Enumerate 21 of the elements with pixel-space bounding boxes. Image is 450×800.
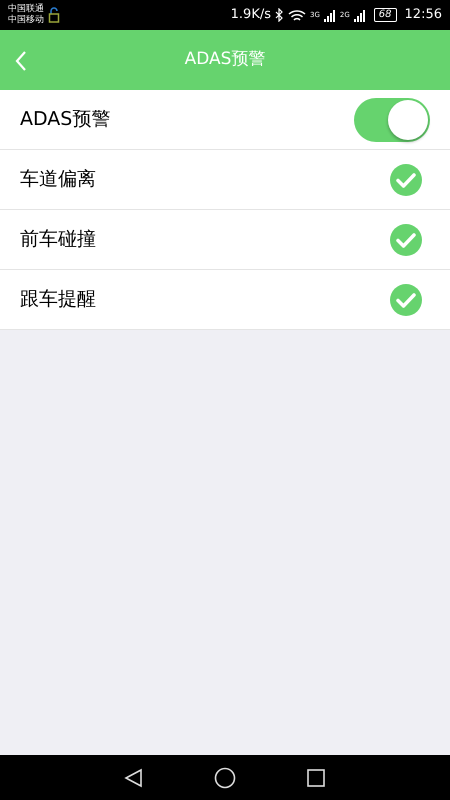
toggle-switch[interactable] (354, 98, 430, 142)
lock-icon (48, 7, 60, 23)
setting-label: 车道偏离 (20, 167, 96, 192)
bluetooth-icon (275, 8, 284, 22)
check-icon[interactable] (390, 164, 422, 196)
back-nav-button[interactable] (124, 766, 144, 790)
wifi-icon (288, 8, 306, 22)
signal-icon (324, 8, 336, 22)
setting-label: 跟车提醒 (20, 287, 96, 312)
check-icon[interactable] (390, 224, 422, 256)
home-button[interactable] (214, 766, 236, 790)
clock-time: 12:56 (404, 6, 442, 24)
carrier-name: 中国联通 (8, 4, 44, 14)
page-title: ADAS预警 (184, 48, 266, 72)
check-icon[interactable] (390, 284, 422, 316)
setting-label: ADAS预警 (20, 107, 110, 132)
signal-icon (354, 8, 366, 22)
battery-level: 68 (374, 8, 397, 22)
setting-label: 前车碰撞 (20, 227, 96, 252)
carrier-name: 中国移动 (8, 15, 44, 26)
network-speed: 1.9K/s (230, 6, 272, 24)
